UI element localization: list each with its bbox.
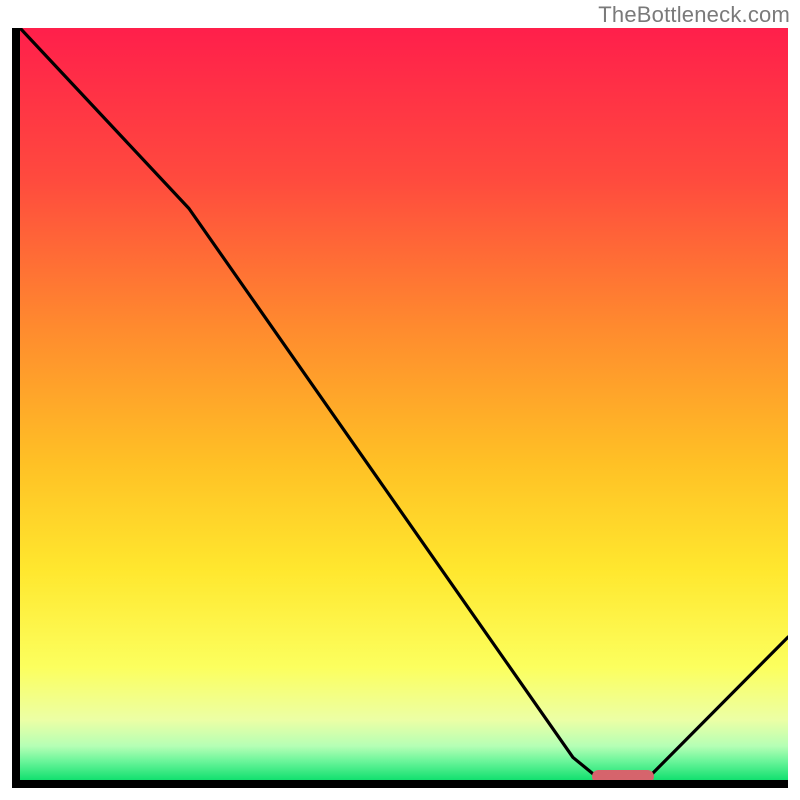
- attribution-text: TheBottleneck.com: [598, 2, 790, 28]
- plot-area: [12, 28, 788, 788]
- x-axis: [12, 780, 788, 788]
- optimal-range-marker: [592, 770, 654, 780]
- bottleneck-curve: [20, 28, 788, 780]
- y-axis: [12, 28, 20, 788]
- plot-inner: [20, 28, 788, 780]
